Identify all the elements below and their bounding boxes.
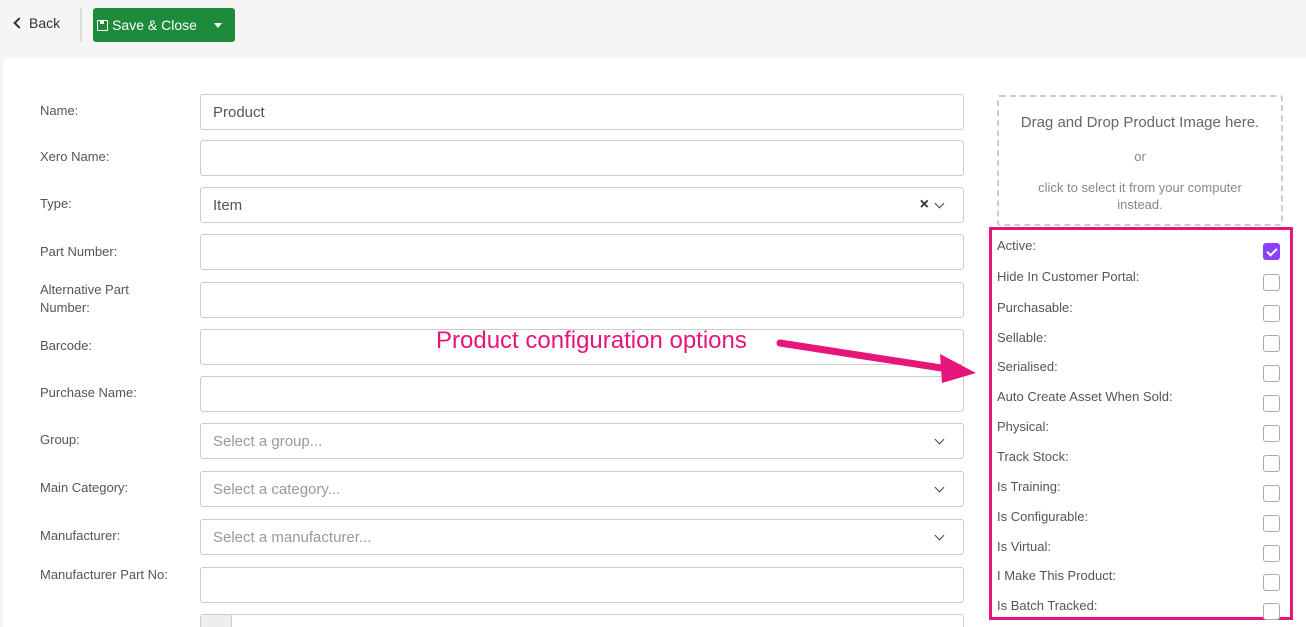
annotation-arrow	[776, 339, 976, 383]
